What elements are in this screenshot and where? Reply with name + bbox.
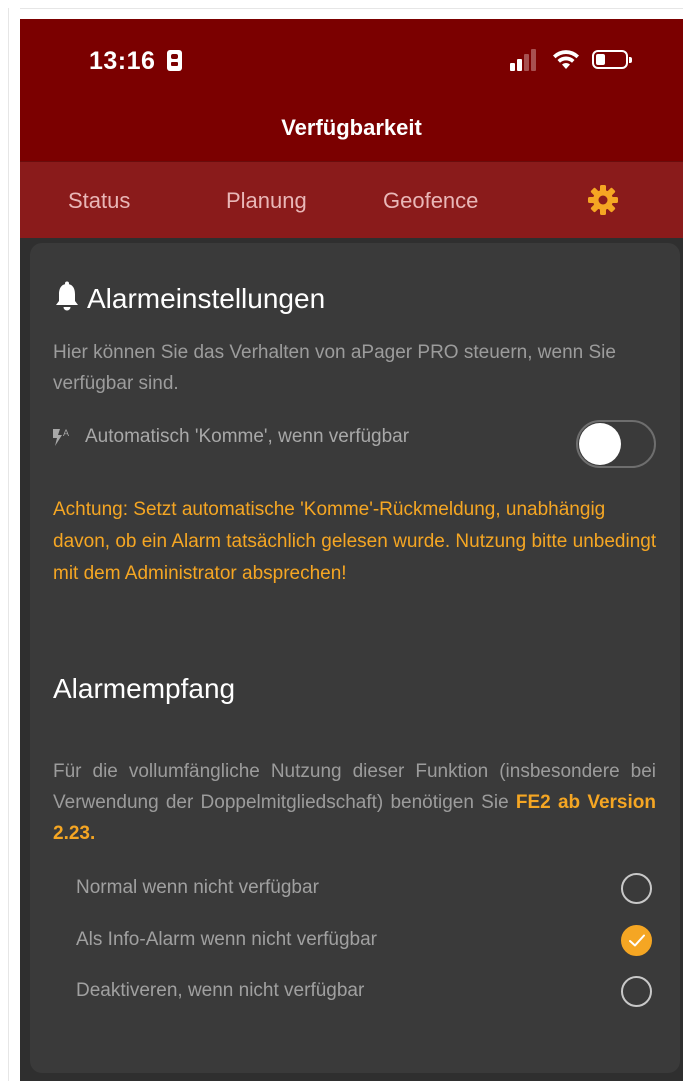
frame-border-left bbox=[8, 8, 9, 1081]
tab-geofence[interactable]: Geofence bbox=[383, 188, 478, 214]
tab-bar: Status Planung Geofence bbox=[20, 161, 683, 238]
option-normal-label[interactable]: Normal wenn nicht verfügbar bbox=[76, 877, 319, 899]
toggle-knob bbox=[579, 423, 621, 465]
gear-icon[interactable] bbox=[587, 184, 619, 216]
auto-komme-toggle[interactable] bbox=[576, 420, 656, 468]
option-deactivate-radio[interactable] bbox=[621, 976, 652, 1007]
wifi-icon bbox=[553, 50, 579, 69]
app-screen: 13:16 Verfügbarkeit Status Planung Geofe… bbox=[20, 19, 683, 1081]
option-info-alarm-radio[interactable] bbox=[621, 925, 652, 956]
alarm-reception-description: Für die vollumfängliche Nutzung dieser F… bbox=[53, 756, 656, 849]
auto-flash-icon: A bbox=[53, 428, 69, 446]
option-normal-radio[interactable] bbox=[621, 873, 652, 904]
option-info-alarm-label[interactable]: Als Info-Alarm wenn nicht verfügbar bbox=[76, 929, 377, 951]
alarm-settings-description: Hier können Sie das Verhalten von aPager… bbox=[53, 342, 616, 394]
alarm-reception-heading: Alarmempfang bbox=[53, 673, 236, 704]
battery-icon bbox=[592, 50, 632, 69]
page-title: Verfügbarkeit bbox=[281, 115, 422, 140]
status-time: 13:16 bbox=[89, 47, 156, 75]
alarm-settings-heading: Alarmeinstellungen bbox=[87, 283, 326, 314]
contact-card-icon bbox=[167, 50, 182, 71]
status-bar: 13:16 bbox=[20, 19, 683, 99]
option-deactivate-label[interactable]: Deaktiveren, wenn nicht verfügbar bbox=[76, 980, 364, 1002]
auto-komme-label: Automatisch 'Komme', wenn verfügbar bbox=[85, 426, 410, 447]
cellular-signal-icon bbox=[510, 49, 536, 71]
frame-border-top bbox=[20, 8, 683, 9]
checkmark-icon bbox=[629, 934, 645, 947]
app-header: 13:16 Verfügbarkeit bbox=[20, 19, 683, 161]
tab-planung[interactable]: Planung bbox=[226, 188, 307, 214]
bell-icon bbox=[56, 281, 78, 311]
svg-text:A: A bbox=[63, 428, 69, 438]
warning-text: Achtung: Setzt automatische 'Komme'-Rück… bbox=[53, 499, 657, 584]
tab-status[interactable]: Status bbox=[68, 188, 130, 214]
